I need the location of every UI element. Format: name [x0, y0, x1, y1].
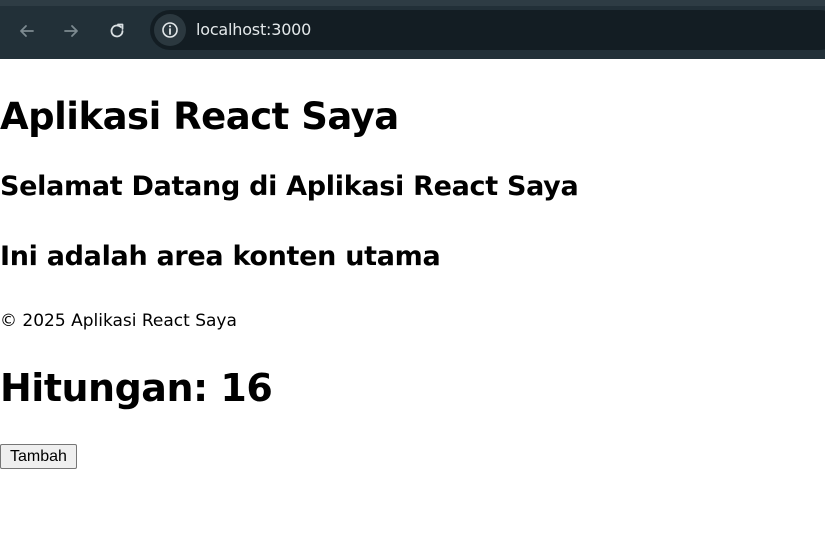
- counter-heading: Hitungan: 16: [0, 366, 273, 410]
- browser-toolbar: localhost:3000: [0, 0, 825, 59]
- footer-text: © 2025 Aplikasi React Saya: [0, 311, 237, 331]
- arrow-right-icon: [64, 25, 78, 37]
- welcome-heading: Selamat Datang di Aplikasi React Saya: [0, 171, 579, 202]
- url-text[interactable]: localhost:3000: [196, 20, 311, 40]
- reload-button[interactable]: [102, 16, 132, 46]
- address-bar[interactable]: localhost:3000: [150, 10, 825, 50]
- back-button[interactable]: [12, 16, 42, 46]
- site-info-button[interactable]: [154, 14, 186, 46]
- page-title: Aplikasi React Saya: [0, 95, 399, 138]
- arrow-left-icon: [20, 25, 34, 37]
- forward-button[interactable]: [56, 16, 86, 46]
- info-icon: [162, 22, 178, 38]
- add-button[interactable]: Tambah: [0, 444, 77, 469]
- reload-icon: [110, 23, 124, 38]
- main-content-heading: Ini adalah area konten utama: [0, 241, 441, 272]
- page-content: Aplikasi React Saya Selamat Datang di Ap…: [0, 59, 825, 536]
